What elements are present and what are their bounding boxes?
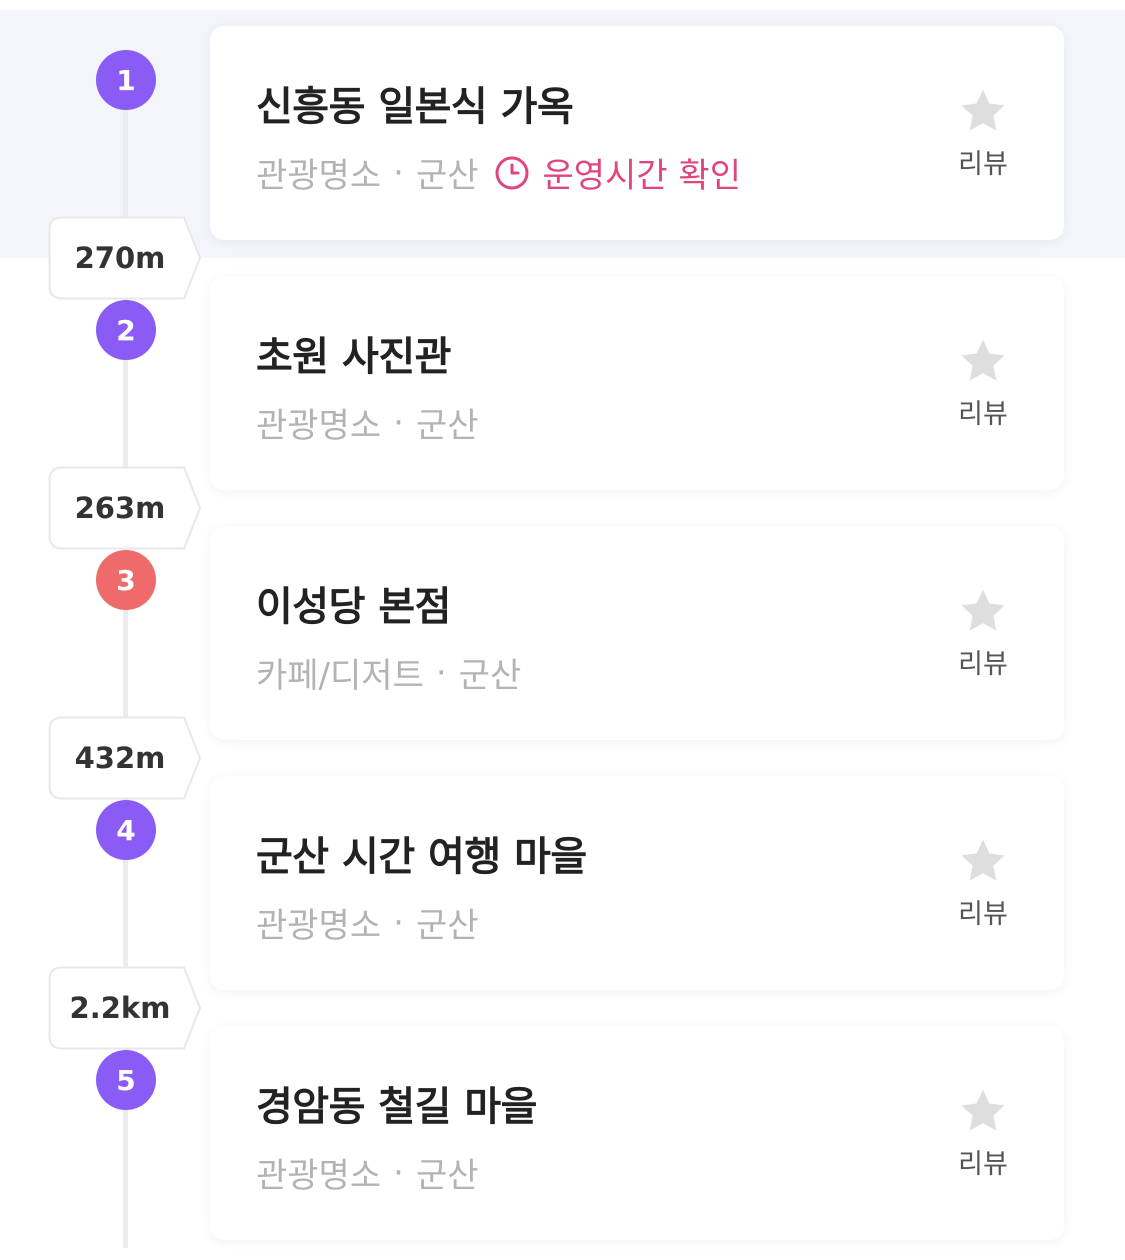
place-card[interactable]: 초원 사진관 관광명소 · 군산 리뷰 <box>210 276 1064 490</box>
review-label: 리뷰 <box>958 1149 1008 1180</box>
place-category: 관광명소 <box>256 1156 382 1196</box>
place-category: 관광명소 <box>256 156 382 196</box>
place-card[interactable]: 이성당 본점 카페/디저트 · 군산 리뷰 <box>210 526 1064 740</box>
review-button[interactable]: 리뷰 <box>948 86 1018 181</box>
review-label: 리뷰 <box>958 899 1008 930</box>
place-name: 경암동 철길 마을 <box>256 1084 537 1130</box>
place-name: 신흥동 일본식 가옥 <box>256 84 574 130</box>
place-region: 군산 <box>415 406 479 446</box>
review-button[interactable]: 리뷰 <box>948 586 1018 681</box>
review-button[interactable]: 리뷰 <box>948 336 1018 431</box>
place-category: 카페/디저트 <box>256 656 424 696</box>
place-category: 관광명소 <box>256 406 382 446</box>
opening-hours-label: 운영시간 확인 <box>542 156 742 196</box>
star-icon <box>961 1089 1005 1131</box>
meta-separator: · <box>393 902 404 943</box>
place-name: 이성당 본점 <box>256 584 451 630</box>
review-label: 리뷰 <box>958 149 1008 180</box>
meta-separator: · <box>393 152 404 193</box>
place-region: 군산 <box>415 906 479 946</box>
star-icon <box>961 589 1005 631</box>
meta-separator: · <box>393 402 404 443</box>
place-card[interactable]: 신흥동 일본식 가옥 관광명소 · 군산 운영시간 확인 리뷰 <box>210 26 1064 240</box>
review-button[interactable]: 리뷰 <box>948 836 1018 931</box>
stop-number-badge: 5 <box>96 1050 156 1110</box>
place-meta: 카페/디저트 · 군산 <box>256 648 521 697</box>
stop-number-badge: 4 <box>96 800 156 860</box>
place-region: 군산 <box>458 656 522 696</box>
clock-icon <box>495 156 529 190</box>
stop-number-badge: 2 <box>96 300 156 360</box>
star-icon <box>961 339 1005 381</box>
stop-number-badge: 3 <box>96 550 156 610</box>
place-name: 군산 시간 여행 마을 <box>256 834 587 880</box>
distance-chip: 2.2km <box>48 966 202 1050</box>
distance-chip: 263m <box>48 466 202 550</box>
place-name: 초원 사진관 <box>256 334 451 380</box>
meta-separator: · <box>435 652 447 693</box>
review-label: 리뷰 <box>958 399 1008 430</box>
place-category: 관광명소 <box>256 906 382 946</box>
place-meta: 관광명소 · 군산 운영시간 확인 <box>256 148 741 197</box>
place-card[interactable]: 군산 시간 여행 마을 관광명소 · 군산 리뷰 <box>210 776 1064 990</box>
distance-chip: 270m <box>48 216 202 300</box>
place-meta: 관광명소 · 군산 <box>256 898 479 947</box>
opening-hours-link[interactable]: 운영시간 확인 <box>495 148 742 197</box>
place-card[interactable]: 경암동 철길 마을 관광명소 · 군산 리뷰 <box>210 1026 1064 1240</box>
distance-label: 263m <box>74 491 166 525</box>
review-button[interactable]: 리뷰 <box>948 1086 1018 1181</box>
distance-label: 432m <box>74 741 166 775</box>
meta-separator: · <box>393 1152 404 1193</box>
place-region: 군산 <box>415 156 479 196</box>
review-label: 리뷰 <box>958 649 1008 680</box>
star-icon <box>961 89 1005 131</box>
stop-number-badge: 1 <box>96 50 156 110</box>
distance-label: 2.2km <box>69 991 171 1025</box>
place-meta: 관광명소 · 군산 <box>256 398 479 447</box>
place-region: 군산 <box>415 1156 479 1196</box>
distance-chip: 432m <box>48 716 202 800</box>
place-meta: 관광명소 · 군산 <box>256 1148 479 1197</box>
distance-label: 270m <box>74 241 166 275</box>
star-icon <box>961 839 1005 881</box>
